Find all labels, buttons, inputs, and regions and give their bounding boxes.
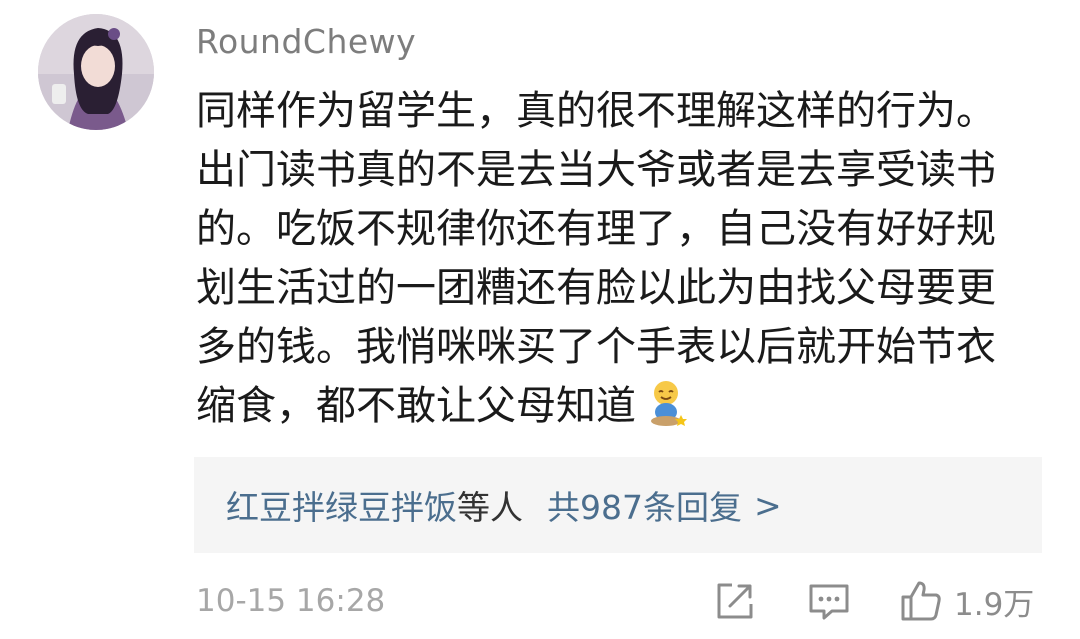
comment-line: 划生活过的一团糟还有脸以此为由找父母要更 — [196, 265, 996, 311]
comment-username[interactable]: RoundChewy — [196, 20, 416, 64]
share-icon — [717, 583, 753, 619]
avatar[interactable] — [38, 14, 154, 130]
reply-author-names[interactable]: 红豆拌绿豆拌饭 — [226, 481, 457, 529]
share-button[interactable] — [712, 578, 758, 624]
reply-author-suffix: 等人 — [457, 488, 523, 527]
comment-line: 多的钱。我悄咪咪买了个手表以后就开始节衣 — [196, 324, 996, 370]
comment-button[interactable] — [806, 578, 852, 624]
thumbs-up-icon — [901, 581, 941, 621]
comment-last-line: 缩食，都不敢让父母知道 — [196, 377, 1046, 436]
comment-timestamp: 10-15 16:28 — [196, 583, 386, 619]
comment-line: 出门读书真的不是去当大爷或者是去享受读书 — [196, 147, 996, 193]
comment-line: 同样作为留学生，真的很不理解这样的行为。 — [196, 88, 996, 134]
comment-text: 同样作为留学生，真的很不理解这样的行为。 出门读书真的不是去当大爷或者是去享受读… — [196, 82, 1046, 436]
chevron-right-icon: > — [754, 485, 782, 525]
reply-count-link[interactable]: 共987条回复 — [547, 481, 742, 529]
like-count: 1.9万 — [954, 586, 1035, 623]
smiling-sitting-person-emoji-icon — [648, 379, 688, 427]
comment-icon — [809, 584, 849, 620]
comment-line: 的。吃饭不规律你还有理了，自己没有好好规 — [196, 206, 996, 252]
replies-preview[interactable]: 红豆拌绿豆拌饭 等人 共987条回复 > — [194, 457, 1042, 553]
comment-line: 缩食，都不敢让父母知道 — [196, 383, 636, 429]
avatar-image — [38, 14, 154, 130]
like-button[interactable]: 1.9万 — [898, 578, 1034, 624]
